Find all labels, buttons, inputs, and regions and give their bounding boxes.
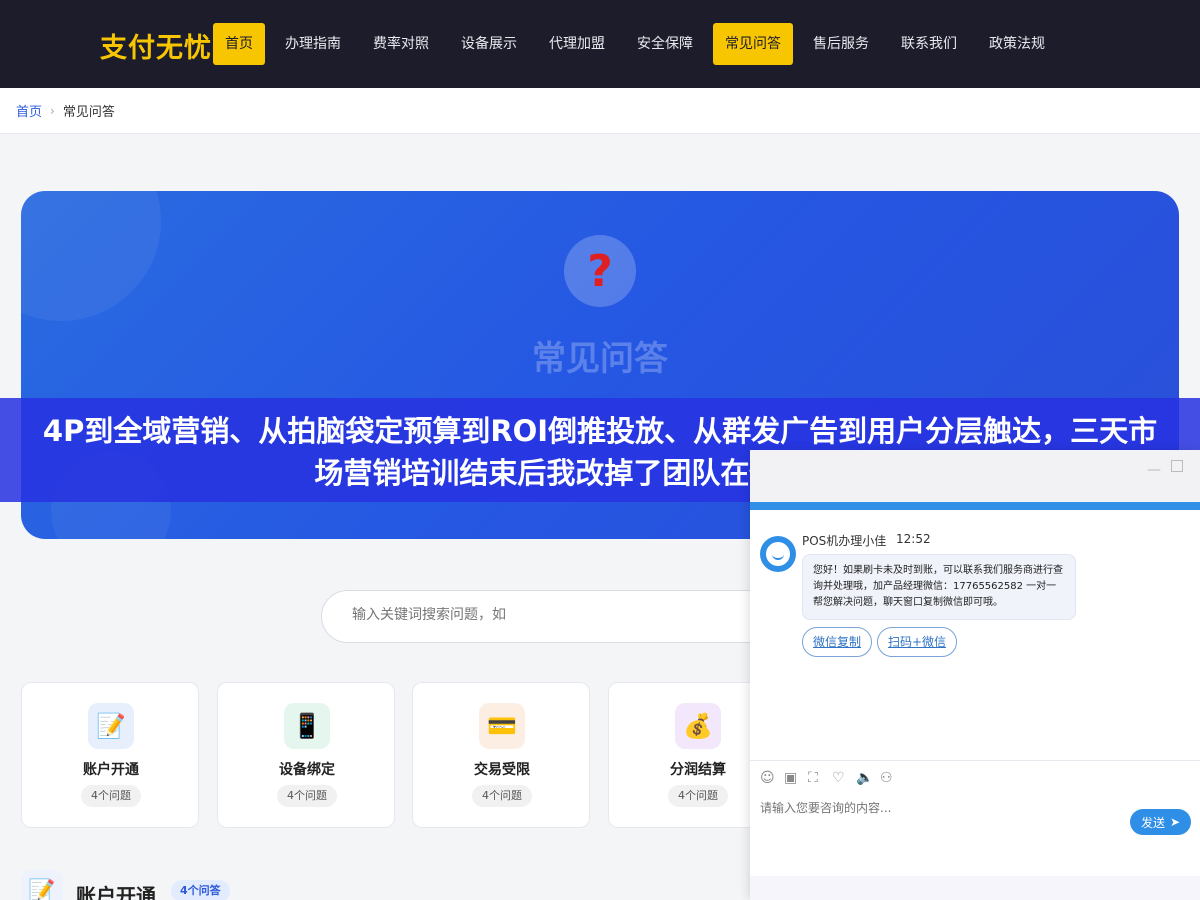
credit-card-icon: 💳 bbox=[479, 703, 525, 749]
category-card-account[interactable]: 📝 账户开通 4个问题 bbox=[21, 682, 199, 828]
emoji-icon[interactable]: ☺ bbox=[760, 770, 775, 786]
wechat-icon[interactable]: ⚇ bbox=[880, 770, 893, 786]
category-card-device[interactable]: 📱 设备绑定 4个问题 bbox=[217, 682, 395, 828]
category-title: 账户开通 bbox=[83, 762, 139, 778]
chat-footer bbox=[750, 876, 1200, 900]
message-timestamp: 12:52 bbox=[896, 532, 931, 546]
nav-item-policy[interactable]: 政策法规 bbox=[977, 23, 1057, 65]
nav-item-contact[interactable]: 联系我们 bbox=[889, 23, 969, 65]
nav-item-security[interactable]: 安全保障 bbox=[625, 23, 705, 65]
section-count-badge: 4个问答 bbox=[171, 880, 230, 900]
chat-window: — POS机办理小佳 12:52 您好！如果刷卡未及时到账，可以联系我们服务商进… bbox=[750, 450, 1200, 900]
top-nav-bar: 支付无忧 首页 办理指南 费率对照 设备展示 代理加盟 安全保障 常见问答 售后… bbox=[0, 0, 1200, 88]
section-title: 账户开通 bbox=[76, 884, 156, 900]
hero-title: 常见问答 bbox=[532, 339, 668, 379]
category-title: 设备绑定 bbox=[279, 762, 335, 778]
site-logo[interactable]: 支付无忧 bbox=[100, 26, 212, 65]
screenshot-icon[interactable]: ⛶ bbox=[808, 770, 818, 786]
faq-search-input[interactable] bbox=[352, 607, 752, 623]
nav-item-guide[interactable]: 办理指南 bbox=[273, 23, 353, 65]
category-count-badge: 4个问题 bbox=[81, 785, 141, 807]
nav-item-aftersales[interactable]: 售后服务 bbox=[801, 23, 881, 65]
category-title: 交易受限 bbox=[474, 762, 530, 778]
category-count-badge: 4个问题 bbox=[277, 785, 337, 807]
hero-decoration-circle bbox=[21, 191, 161, 321]
category-count-badge: 4个问题 bbox=[668, 785, 728, 807]
agent-message-bubble: 您好！如果刷卡未及时到账，可以联系我们服务商进行查询并处理哦，加产品经理微信：1… bbox=[802, 554, 1076, 620]
main-nav: 首页 办理指南 费率对照 设备展示 代理加盟 安全保障 常见问答 售后服务 联系… bbox=[213, 23, 1065, 65]
chat-titlebar: — bbox=[750, 450, 1200, 502]
nav-item-home[interactable]: 首页 bbox=[213, 23, 265, 65]
chat-message-input[interactable] bbox=[760, 801, 1120, 815]
breadcrumb-separator: › bbox=[50, 103, 55, 118]
category-count-badge: 4个问题 bbox=[472, 785, 532, 807]
nav-item-faq[interactable]: 常见问答 bbox=[713, 23, 793, 65]
category-card-transaction[interactable]: 💳 交易受限 4个问题 bbox=[412, 682, 590, 828]
sound-icon[interactable]: 🔈 bbox=[856, 770, 873, 786]
breadcrumb: 首页 › 常见问答 bbox=[16, 101, 115, 121]
nav-item-rates[interactable]: 费率对照 bbox=[361, 23, 441, 65]
question-mark-icon: ? bbox=[564, 235, 636, 307]
memo-icon: 📝 bbox=[21, 870, 63, 900]
agent-name: POS机办理小佳 bbox=[802, 534, 887, 548]
breadcrumb-current: 常见问答 bbox=[62, 105, 115, 120]
scan-wechat-button[interactable]: 扫码+微信 bbox=[877, 627, 958, 657]
send-button[interactable]: 发送 ➤ bbox=[1130, 809, 1191, 835]
breadcrumb-bar: 首页 › 常见问答 bbox=[0, 88, 1200, 134]
send-arrow-icon: ➤ bbox=[1169, 815, 1181, 829]
rate-icon[interactable]: ♡ bbox=[832, 770, 845, 786]
money-bag-icon: 💰 bbox=[675, 703, 721, 749]
send-label: 发送 bbox=[1140, 815, 1165, 830]
nav-item-devices[interactable]: 设备展示 bbox=[449, 23, 529, 65]
nav-item-agency[interactable]: 代理加盟 bbox=[537, 23, 617, 65]
breadcrumb-home-link[interactable]: 首页 bbox=[16, 101, 42, 120]
mobile-phone-icon: 📱 bbox=[284, 703, 330, 749]
chat-divider bbox=[750, 760, 1200, 761]
copy-wechat-button[interactable]: 微信复制 bbox=[802, 627, 873, 657]
maximize-icon[interactable] bbox=[1171, 460, 1183, 472]
minimize-icon[interactable]: — bbox=[1147, 462, 1161, 478]
memo-icon: 📝 bbox=[88, 703, 134, 749]
smiley-face-icon bbox=[766, 542, 790, 566]
chat-header-stripe bbox=[750, 502, 1200, 510]
agent-avatar bbox=[760, 536, 796, 572]
image-icon[interactable]: ▣ bbox=[784, 770, 797, 786]
